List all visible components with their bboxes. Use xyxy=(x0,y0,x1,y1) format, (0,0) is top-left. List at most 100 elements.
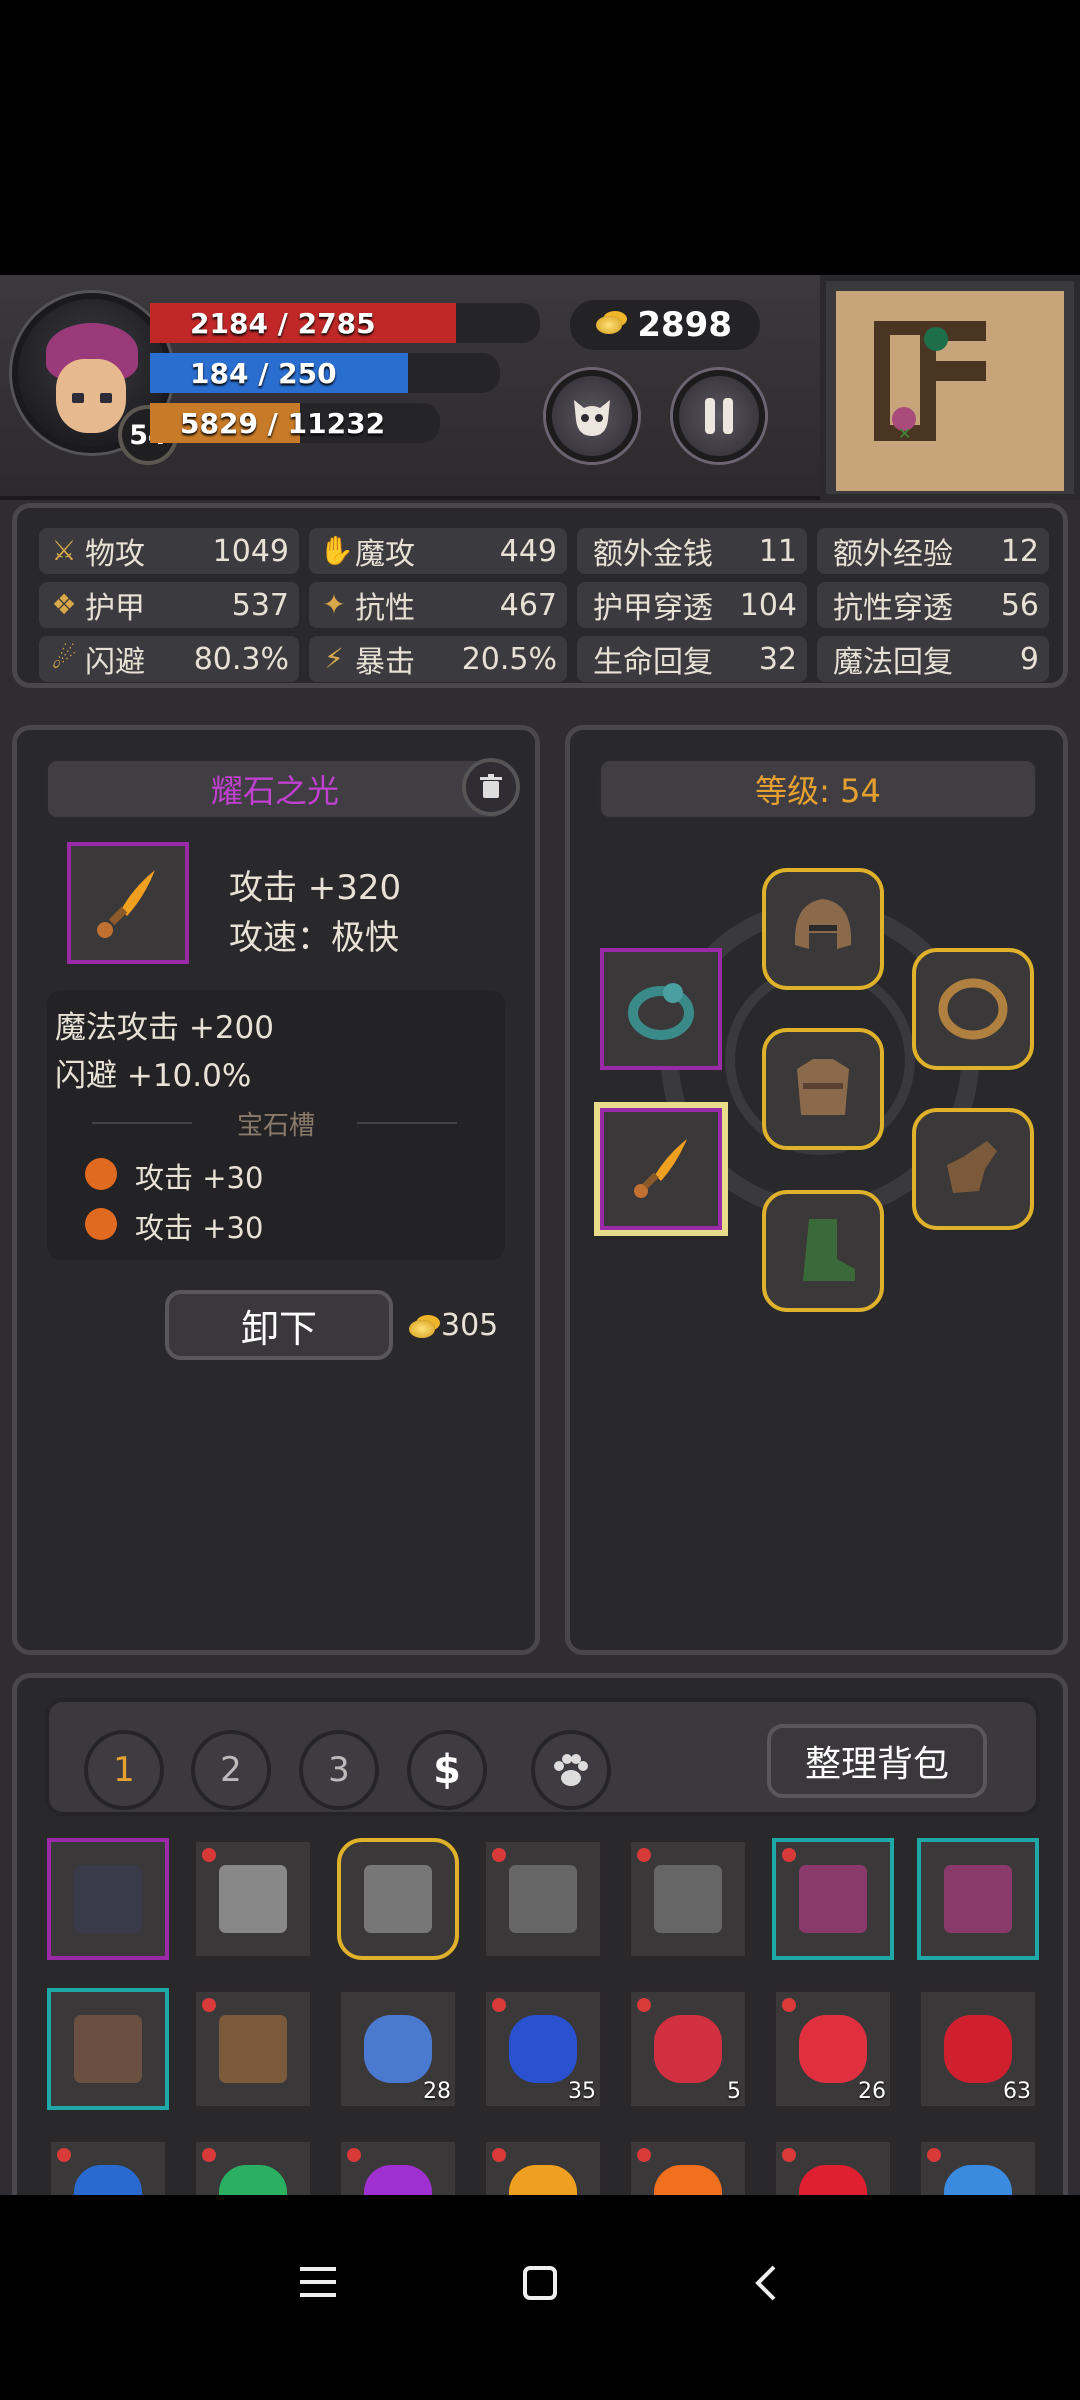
inventory-tab-1[interactable]: 1 xyxy=(84,1730,164,1810)
pet-paw-button[interactable] xyxy=(531,1730,611,1810)
equip-slot-boots[interactable] xyxy=(762,1190,884,1312)
inventory-slot[interactable]: 1 xyxy=(627,2138,749,2195)
sword-icon: ⚔ xyxy=(51,534,77,567)
item-detail-panel: 耀石之光 攻击 +320 攻速：极快 魔法攻击 +200 闪避 +10.0% 宝… xyxy=(12,725,540,1655)
pause-button[interactable] xyxy=(673,370,765,462)
inventory-slot[interactable] xyxy=(627,1838,749,1960)
inventory-slot[interactable]: 53 xyxy=(47,2138,169,2195)
selected-item-slot[interactable] xyxy=(67,842,189,964)
equip-slot-helmet[interactable] xyxy=(762,868,884,990)
item-count: 28 xyxy=(423,2079,451,2104)
new-item-dot xyxy=(202,1998,216,2012)
inventory-slot[interactable]: 28 xyxy=(337,1988,459,2110)
stat-11: 魔法回复 9 xyxy=(817,636,1049,682)
stat-2: 额外金钱 11 xyxy=(577,528,807,574)
stat-3: 额外经验 12 xyxy=(817,528,1049,574)
gem1-stat: 攻击 +30 xyxy=(135,1161,264,1195)
stat-0: ⚔ 物攻 1049 xyxy=(39,528,299,574)
glove-icon xyxy=(947,1141,997,1193)
system-nav-bar xyxy=(0,2195,1080,2400)
blue-potion-icon xyxy=(509,2015,577,2083)
new-item-dot xyxy=(927,2148,941,2162)
new-item-dot xyxy=(782,2148,796,2162)
stat-1: ✋ 魔攻 449 xyxy=(309,528,567,574)
inventory-tab-3[interactable]: 3 xyxy=(299,1730,379,1810)
item-speed-stat: 攻速：极快 xyxy=(229,918,399,958)
inventory-slot[interactable] xyxy=(482,1838,604,1960)
blue-gem-icon xyxy=(944,2165,1012,2195)
home-icon[interactable] xyxy=(522,2265,558,2301)
red-gem-icon xyxy=(799,2165,867,2195)
orange-gem-icon xyxy=(509,2165,577,2195)
new-item-dot xyxy=(492,1998,506,2012)
stat-value: 537 xyxy=(231,587,289,623)
new-item-dot xyxy=(492,1848,506,1862)
blue-potion-icon xyxy=(364,2015,432,2083)
helmet-icon xyxy=(794,899,852,949)
equip-slot-weapon[interactable] xyxy=(600,1108,722,1230)
inventory-slot[interactable] xyxy=(47,1838,169,1960)
inventory-slot[interactable]: 1 xyxy=(482,2138,604,2195)
inventory-slot[interactable]: 63 xyxy=(917,1988,1039,2110)
new-item-dot xyxy=(782,1998,796,2012)
red-potion-icon xyxy=(654,2015,722,2083)
equip-slot-bracelet[interactable] xyxy=(912,948,1034,1070)
stat-label: 物攻 xyxy=(85,537,145,572)
equip-slot-armor[interactable] xyxy=(762,1028,884,1150)
new-item-dot xyxy=(57,2148,71,2162)
bonus-magic-attack: 魔法攻击 +200 xyxy=(55,1010,274,1046)
stat-label: 护甲穿透 xyxy=(593,591,713,626)
inventory-slot[interactable]: 35 xyxy=(482,1988,604,2110)
inventory-slot[interactable] xyxy=(917,1838,1039,1960)
owl-menu-button[interactable] xyxy=(546,370,638,462)
runner-icon: ☄ xyxy=(51,642,77,675)
cape-icon xyxy=(944,1865,1012,1933)
stat-5: ✦ 抗性 467 xyxy=(309,582,567,628)
stat-label: 暴击 xyxy=(355,645,415,680)
trash-icon xyxy=(480,774,502,798)
equip-slot-ring[interactable] xyxy=(600,948,722,1070)
boot-icon xyxy=(803,1219,855,1281)
menu-icon[interactable] xyxy=(300,2265,336,2299)
item-attack-stat: 攻击 +320 xyxy=(229,868,402,908)
red-flask-icon xyxy=(944,2015,1012,2083)
minimap[interactable]: ✕ xyxy=(820,275,1080,500)
ring-icon xyxy=(219,1865,287,1933)
delete-item-button[interactable] xyxy=(462,758,520,816)
unequip-button[interactable]: 卸下 xyxy=(165,1290,393,1360)
stat-label: 额外经验 xyxy=(833,537,953,572)
mp-bar: 184 / 250 xyxy=(150,353,500,393)
inventory-slot[interactable] xyxy=(47,1988,169,2110)
inventory-slot[interactable] xyxy=(337,1838,459,1960)
inventory-slot[interactable] xyxy=(772,1838,894,1960)
inventory-slot[interactable]: 1 xyxy=(917,2138,1039,2195)
paw-icon xyxy=(554,1754,588,1786)
gold-counter: 2898 xyxy=(570,300,760,350)
bonus-dodge: 闪避 +10.0% xyxy=(55,1058,252,1094)
item-count: 5 xyxy=(727,2079,741,2104)
dagger-icon xyxy=(74,1865,142,1933)
inventory-slot[interactable]: 1 xyxy=(192,2138,314,2195)
gold-coin-icon xyxy=(409,1320,435,1338)
stat-label: 抗性 xyxy=(355,591,415,626)
new-item-dot xyxy=(202,2148,216,2162)
back-icon[interactable] xyxy=(752,2263,780,2303)
stat-label: 魔法回复 xyxy=(833,645,953,680)
sort-inventory-button[interactable]: 整理背包 xyxy=(767,1724,987,1798)
inventory-tab-2[interactable]: 2 xyxy=(191,1730,271,1810)
equip-slot-gloves[interactable] xyxy=(912,1108,1034,1230)
inventory-slot[interactable]: 26 xyxy=(772,1988,894,2110)
inventory-slot[interactable]: 3 xyxy=(337,2138,459,2195)
stat-9: ⚡ 暴击 20.5% xyxy=(309,636,567,682)
inventory-slot[interactable] xyxy=(192,1838,314,1960)
owl-icon xyxy=(574,400,610,436)
bracelet-icon xyxy=(938,978,1008,1040)
gem-leaf-icon xyxy=(85,1208,117,1240)
stat-4: ❖ 护甲 537 xyxy=(39,582,299,628)
inventory-slot[interactable] xyxy=(192,1988,314,2110)
shop-dollar-icon[interactable]: $ xyxy=(407,1730,487,1810)
inventory-slot[interactable]: 5 xyxy=(627,1988,749,2110)
hp-text: 2184 / 2785 xyxy=(190,306,376,340)
inventory-slot[interactable]: 2 xyxy=(772,2138,894,2195)
magic-hand-icon: ✋ xyxy=(319,534,354,567)
